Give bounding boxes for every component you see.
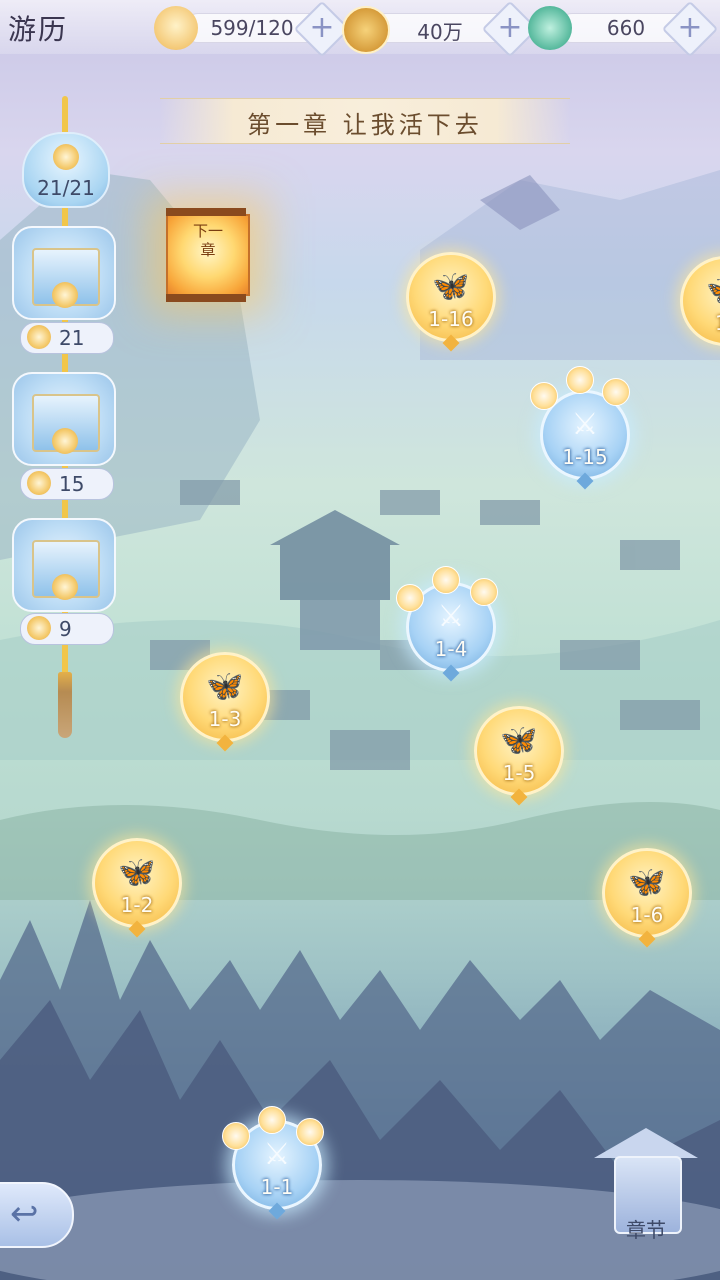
coin-resource: 40万 + — [342, 0, 539, 58]
chest-requirement-2: 15 — [20, 468, 114, 500]
butterfly-icon: 🦋 — [118, 855, 156, 890]
stage-node-1-2[interactable]: 🦋 1-2 — [92, 838, 182, 938]
back-button[interactable]: ↩ — [0, 1182, 74, 1248]
reward-chest-2[interactable] — [12, 372, 116, 466]
flower-icon — [470, 578, 498, 606]
stage-node-1-6[interactable]: 🦋 1-6 — [602, 848, 692, 948]
flower-icon — [52, 574, 78, 600]
flower-icon — [27, 471, 51, 495]
back-arrow-icon: ↩ — [10, 1194, 39, 1234]
flower-icon — [258, 1106, 286, 1134]
flower-icon — [52, 428, 78, 454]
butterfly-icon: 🦋 — [500, 723, 538, 758]
flower-icon — [52, 282, 78, 308]
lantern-cap — [166, 208, 246, 216]
coin-icon — [342, 6, 390, 54]
stamina-value: 599/120 — [210, 16, 294, 40]
stage-label: 1- — [683, 311, 720, 335]
flower-icon — [53, 144, 79, 170]
stage-label: 1-16 — [428, 307, 474, 331]
jade-resource: 660 + — [528, 0, 719, 58]
stage-node-1-16[interactable]: 🦋 1-16 — [406, 252, 496, 352]
stage-node-1-5[interactable]: 🦋 1-5 — [474, 706, 564, 806]
top-resource-bar: 游历 599/120 + 40万 + 660 + — [0, 0, 720, 58]
crossed-swords-icon: ⚔ — [571, 407, 599, 442]
stamina-resource: 599/120 + — [154, 0, 351, 58]
flower-icon — [566, 366, 594, 394]
add-jade-button[interactable]: + — [661, 0, 719, 58]
butterfly-icon: 🦋 — [683, 273, 720, 308]
flower-icon — [27, 616, 51, 640]
reward-chest-3[interactable] — [12, 518, 116, 612]
lantern-base — [166, 294, 246, 302]
next-chapter-lantern[interactable]: 下一章 — [166, 208, 250, 302]
stage-label: 1-6 — [630, 903, 664, 927]
chapter-button-label: 章节 — [626, 1218, 666, 1242]
stage-label: 1-4 — [434, 637, 468, 661]
stage-label: 1-2 — [120, 893, 154, 917]
flower-icon — [432, 566, 460, 594]
page-title: 游历 — [8, 13, 69, 46]
flower-icon — [396, 584, 424, 612]
world-map: 游历 599/120 + 40万 + 660 + 第一章 让我活下去 下一章 2… — [0, 0, 720, 1280]
lantern-label: 下一章 — [192, 222, 223, 259]
jade-value: 660 — [606, 16, 646, 40]
stage-label: 1-1 — [260, 1175, 294, 1199]
flower-icon — [222, 1122, 250, 1150]
chest-count: 9 — [59, 617, 72, 641]
coin-value: 40万 — [417, 20, 463, 44]
butterfly-icon: 🦋 — [432, 269, 470, 304]
butterfly-icon: 🦋 — [628, 865, 666, 900]
jade-icon — [528, 6, 572, 50]
flower-icon — [27, 325, 51, 349]
chapter-button[interactable]: 章节 — [594, 1108, 698, 1256]
progress-bell: 21/21 — [22, 132, 110, 208]
cat-stamina-icon — [154, 6, 198, 50]
stage-label: 1-5 — [502, 761, 536, 785]
chapter-title-banner: 第一章 让我活下去 — [160, 98, 570, 144]
lantern-roof — [594, 1128, 698, 1158]
stage-node-1-3[interactable]: 🦋 1-3 — [180, 652, 270, 752]
chest-requirement-1: 21 — [20, 322, 114, 354]
stage-label: 1-3 — [208, 707, 242, 731]
tassel-ornament — [58, 672, 72, 738]
flower-icon — [296, 1118, 324, 1146]
stage-label: 1-15 — [562, 445, 608, 469]
reward-chest-1[interactable] — [12, 226, 116, 320]
flower-icon — [530, 382, 558, 410]
chapter-title: 第一章 让我活下去 — [247, 111, 483, 139]
chest-requirement-3: 9 — [20, 613, 114, 645]
chest-count: 15 — [59, 472, 85, 496]
butterfly-icon: 🦋 — [206, 669, 244, 704]
progress-count: 21/21 — [37, 176, 95, 200]
chest-count: 21 — [59, 326, 85, 350]
flower-icon — [602, 378, 630, 406]
